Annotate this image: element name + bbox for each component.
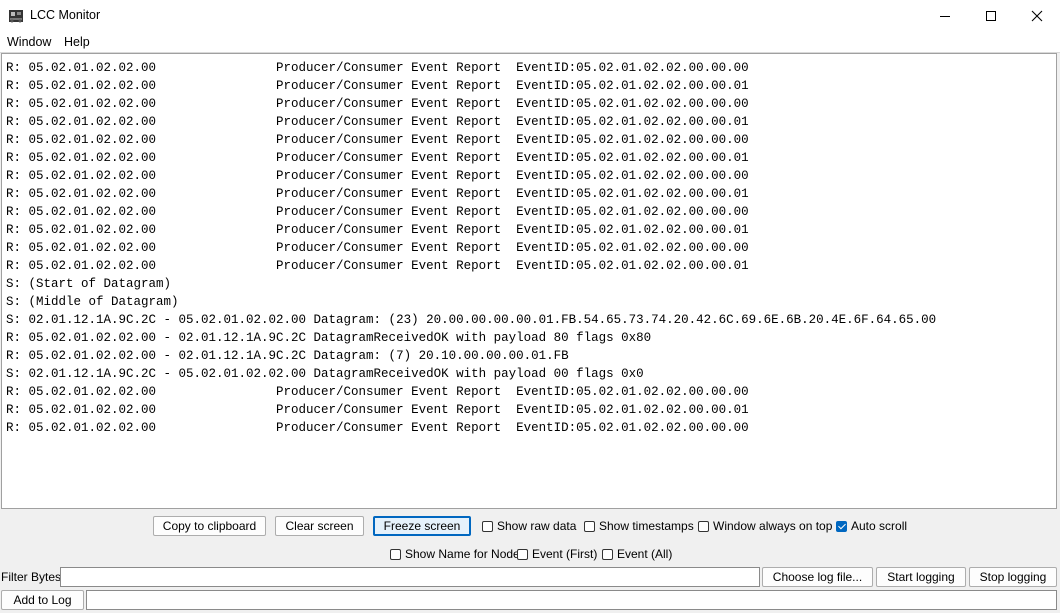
log-output[interactable]: R: 05.02.01.02.02.00 Producer/Consumer E… [1,53,1057,509]
show-name-for-node-box[interactable] [390,548,401,560]
menu-help[interactable]: Help [64,35,90,49]
log-line: R: 05.02.01.02.02.00 - 02.01.12.1A.9C.2C… [6,349,569,363]
log-line: R: 05.02.01.02.02.00 - 02.01.12.1A.9C.2C… [6,331,652,345]
log-line: S: (Middle of Datagram) [6,295,179,309]
maximize-icon [986,11,996,21]
filter-bytes-input[interactable] [60,567,760,587]
window-always-on-top-box[interactable] [698,520,709,532]
log-line: R: 05.02.01.02.02.00 Producer/Consumer E… [6,151,749,165]
auto-scroll-label: Auto scroll [851,519,908,533]
maximize-button[interactable] [968,0,1014,32]
log-line: R: 05.02.01.02.02.00 Producer/Consumer E… [6,241,749,255]
event-first-box[interactable] [517,548,528,560]
event-all-label: Event (All) [617,547,673,561]
title-bar[interactable]: LCC Monitor [0,0,1060,32]
add-to-log-button[interactable]: Add to Log [1,590,84,610]
show-raw-data-checkbox[interactable]: Show raw data [482,518,576,534]
show-raw-data-label: Show raw data [497,519,577,533]
event-first-label: Event (First) [532,547,598,561]
window-always-on-top-checkbox[interactable]: Window always on top [698,518,832,534]
event-first-checkbox[interactable]: Event (First) [517,546,597,562]
log-line: R: 05.02.01.02.02.00 Producer/Consumer E… [6,79,749,93]
event-all-box[interactable] [602,548,613,560]
show-timestamps-checkbox[interactable]: Show timestamps [584,518,694,534]
freeze-screen-button[interactable]: Freeze screen [373,516,471,536]
log-lines: R: 05.02.01.02.02.00 Producer/Consumer E… [6,59,936,437]
log-line: R: 05.02.01.02.02.00 Producer/Consumer E… [6,403,749,417]
log-line: R: 05.02.01.02.02.00 Producer/Consumer E… [6,133,749,147]
show-name-for-node-checkbox[interactable]: Show Name for Node [390,546,520,562]
log-line: S: (Start of Datagram) [6,277,172,291]
window-always-on-top-label: Window always on top [713,519,833,533]
filter-bytes-label: Filter Bytes: [1,570,65,584]
minimize-button[interactable] [922,0,968,32]
app-icon [9,10,23,23]
menu-bar: Window Help [0,32,1060,53]
start-logging-button[interactable]: Start logging [876,567,966,587]
log-line: R: 05.02.01.02.02.00 Producer/Consumer E… [6,205,749,219]
window-title: LCC Monitor [30,8,101,22]
minimize-icon [940,16,950,17]
clear-screen-button[interactable]: Clear screen [275,516,364,536]
log-line: R: 05.02.01.02.02.00 Producer/Consumer E… [6,97,749,111]
copy-to-clipboard-button[interactable]: Copy to clipboard [153,516,266,536]
log-line: R: 05.02.01.02.02.00 Producer/Consumer E… [6,259,749,273]
auto-scroll-checkbox[interactable]: Auto scroll [836,518,907,534]
log-line: S: 02.01.12.1A.9C.2C - 05.02.01.02.02.00… [6,367,644,381]
auto-scroll-box[interactable] [836,520,847,532]
log-line: R: 05.02.01.02.02.00 Producer/Consumer E… [6,421,749,435]
log-line: R: 05.02.01.02.02.00 Producer/Consumer E… [6,61,749,75]
log-line: R: 05.02.01.02.02.00 Producer/Consumer E… [6,187,749,201]
close-button[interactable] [1014,0,1060,32]
log-line: R: 05.02.01.02.02.00 Producer/Consumer E… [6,115,749,129]
log-line: R: 05.02.01.02.02.00 Producer/Consumer E… [6,169,749,183]
show-timestamps-box[interactable] [584,520,595,532]
close-icon [1031,10,1043,22]
menu-window[interactable]: Window [7,35,51,49]
choose-log-file-button[interactable]: Choose log file... [762,567,873,587]
log-line: R: 05.02.01.02.02.00 Producer/Consumer E… [6,385,749,399]
event-all-checkbox[interactable]: Event (All) [602,546,672,562]
show-name-for-node-label: Show Name for Node [405,547,520,561]
add-to-log-input[interactable] [86,590,1057,610]
log-line: S: 02.01.12.1A.9C.2C - 05.02.01.02.02.00… [6,313,937,327]
show-timestamps-label: Show timestamps [599,519,694,533]
stop-logging-button[interactable]: Stop logging [969,567,1057,587]
log-line: R: 05.02.01.02.02.00 Producer/Consumer E… [6,223,749,237]
show-raw-data-box[interactable] [482,520,493,532]
